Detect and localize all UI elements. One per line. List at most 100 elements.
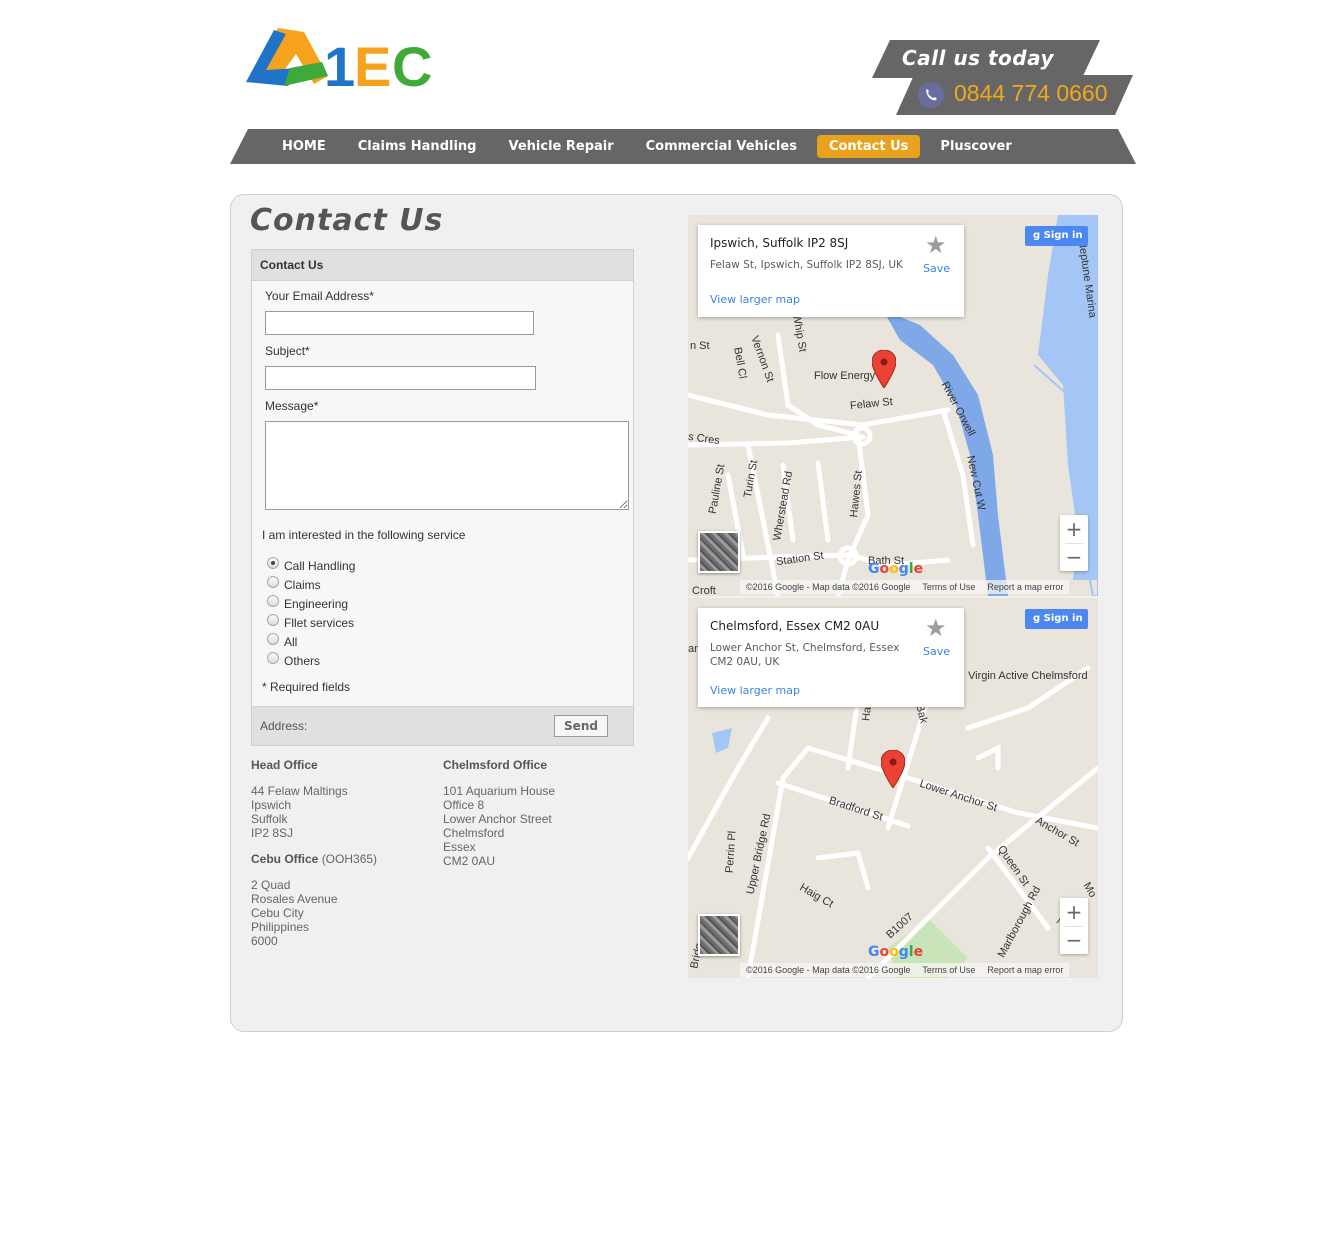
main-navigation: HOME Claims Handling Vehicle Repair Comm…	[230, 129, 1136, 164]
message-textarea[interactable]	[265, 421, 629, 510]
address-line: IP2 8SJ	[251, 826, 294, 840]
zoom-out-button[interactable]: −	[1060, 543, 1088, 571]
zoom-control: + −	[1060, 515, 1088, 571]
divider	[1065, 926, 1083, 927]
terms-link[interactable]: Terms of Use	[916, 965, 981, 975]
radio-button[interactable]	[267, 614, 279, 626]
chelmsford-map[interactable]: Virgin Active Chelmsford Lower Anchor St…	[688, 598, 1098, 978]
nav-pluscover[interactable]: Pluscover	[928, 135, 1023, 158]
radio-button[interactable]	[267, 595, 279, 607]
company-logo[interactable]: 1 E C	[244, 24, 444, 98]
google-g-icon: g	[1033, 230, 1041, 241]
cebu-office: Cebu Office (OOH365) 2 Quad Rosales Aven…	[251, 852, 377, 948]
info-title: Chelmsford, Essex CM2 0AU	[710, 619, 880, 633]
zoom-in-button[interactable]: +	[1060, 898, 1088, 926]
star-icon[interactable]: ★	[925, 614, 947, 642]
sign-in-button[interactable]: g Sign in	[1025, 226, 1088, 246]
address-line: Lower Anchor Street	[443, 812, 552, 826]
service-option-all[interactable]: All	[267, 633, 297, 649]
logo-c: C	[392, 35, 432, 94]
service-option-call-handling[interactable]: Call Handling	[267, 557, 355, 573]
terms-link[interactable]: Terms of Use	[916, 582, 981, 592]
nav-vehicle-repair[interactable]: Vehicle Repair	[496, 135, 625, 158]
service-label: Claims	[284, 578, 321, 592]
nav-home[interactable]: HOME	[270, 135, 338, 158]
zoom-control: + −	[1060, 898, 1088, 954]
google-g-icon: g	[1033, 613, 1041, 624]
save-link[interactable]: Save	[923, 645, 950, 658]
cebu-office-title: Cebu Office	[251, 852, 319, 866]
address-line: Essex	[443, 840, 476, 854]
address-line: Rosales Avenue	[251, 892, 338, 906]
phone-banner[interactable]: 0844 774 0660	[896, 75, 1133, 115]
google-logo: Google	[868, 561, 924, 577]
subject-label: Subject*	[265, 344, 310, 358]
map-marker-icon[interactable]	[880, 749, 906, 793]
nav-commercial-vehicles[interactable]: Commercial Vehicles	[634, 135, 809, 158]
message-label: Message*	[265, 399, 319, 413]
view-larger-map-link[interactable]: View larger map	[710, 684, 800, 697]
service-option-engineering[interactable]: Engineering	[267, 595, 349, 611]
satellite-view-toggle[interactable]	[698, 914, 740, 956]
info-address: Lower Anchor St, Chelmsford, Essex CM2 0…	[710, 642, 900, 668]
call-us-label: Call us today	[902, 46, 1054, 70]
map-info-card: Ipswich, Suffolk IP2 8SJ Felaw St, Ipswi…	[698, 225, 964, 317]
subject-field[interactable]	[265, 366, 536, 390]
radio-button[interactable]	[267, 633, 279, 645]
sign-in-button[interactable]: g Sign in	[1025, 609, 1088, 629]
service-label: Engineering	[284, 597, 349, 611]
zoom-in-button[interactable]: +	[1060, 515, 1088, 543]
phone-number[interactable]: 0844 774 0660	[954, 80, 1108, 107]
view-larger-map-link[interactable]: View larger map	[710, 293, 800, 306]
sign-in-label: Sign in	[1043, 613, 1083, 624]
address-label: Address:	[260, 719, 308, 733]
address-line: Cebu City	[251, 906, 304, 920]
address-line: Suffolk	[251, 812, 288, 826]
save-link[interactable]: Save	[923, 262, 950, 275]
info-address: Felaw St, Ipswich, Suffolk IP2 8SJ, UK	[710, 259, 903, 271]
address-line: 2 Quad	[251, 878, 291, 892]
call-us-banner: Call us today	[872, 40, 1100, 78]
chelmsford-office: Chelmsford Office 101 Aquarium House Off…	[443, 758, 555, 868]
copyright-text: ©2016 Google - Map data ©2016 Google	[746, 582, 911, 592]
map-label: Flow Energy	[814, 370, 876, 382]
chelmsford-office-title: Chelmsford Office	[443, 758, 548, 772]
report-error-link[interactable]: Report a map error	[981, 582, 1069, 592]
cebu-office-suffix: (OOH365)	[321, 852, 378, 866]
ipswich-map[interactable]: Flow Energy Felaw St River Orwell New Cu…	[688, 215, 1098, 596]
divider	[1065, 543, 1083, 544]
map-info-card: Chelmsford, Essex CM2 0AU Lower Anchor S…	[698, 608, 964, 707]
service-option-claims[interactable]: Claims	[267, 576, 321, 592]
star-icon[interactable]: ★	[925, 231, 947, 259]
radio-button[interactable]	[267, 557, 279, 569]
address-line: Chelmsford	[443, 826, 505, 840]
address-line: 44 Felaw Maltings	[251, 784, 348, 798]
service-prompt: I am interested in the following service	[262, 528, 466, 542]
map-marker-icon[interactable]	[871, 349, 897, 393]
map-label: n St	[690, 340, 710, 352]
radio-button[interactable]	[267, 576, 279, 588]
logo-1: 1	[324, 35, 355, 94]
service-option-others[interactable]: Others	[267, 652, 320, 668]
logo-e: E	[354, 35, 391, 94]
google-logo: Google	[868, 944, 924, 960]
radio-button[interactable]	[267, 652, 279, 664]
email-field[interactable]	[265, 311, 534, 335]
report-error-link[interactable]: Report a map error	[981, 965, 1069, 975]
address-line: Ipswich	[251, 798, 292, 812]
map-label: Ha	[860, 706, 874, 722]
nav-claims-handling[interactable]: Claims Handling	[346, 135, 489, 158]
head-office-title: Head Office	[251, 758, 318, 772]
zoom-out-button[interactable]: −	[1060, 926, 1088, 954]
map-attribution: ©2016 Google - Map data ©2016 Google Term…	[740, 580, 1070, 594]
map-label: Virgin Active Chelmsford	[968, 670, 1088, 682]
required-note: * Required fields	[262, 680, 351, 694]
form-heading: Contact Us	[252, 250, 633, 281]
map-label: Croft	[692, 585, 716, 596]
service-option-fleet[interactable]: Fllet services	[267, 614, 354, 630]
contact-form: Contact Us Your Email Address* Subject* …	[251, 249, 634, 746]
nav-contact-us[interactable]: Contact Us	[816, 134, 921, 158]
send-button[interactable]: Send	[554, 715, 608, 737]
satellite-view-toggle[interactable]	[698, 531, 740, 573]
head-office: Head Office 44 Felaw Maltings Ipswich Su…	[251, 758, 348, 840]
